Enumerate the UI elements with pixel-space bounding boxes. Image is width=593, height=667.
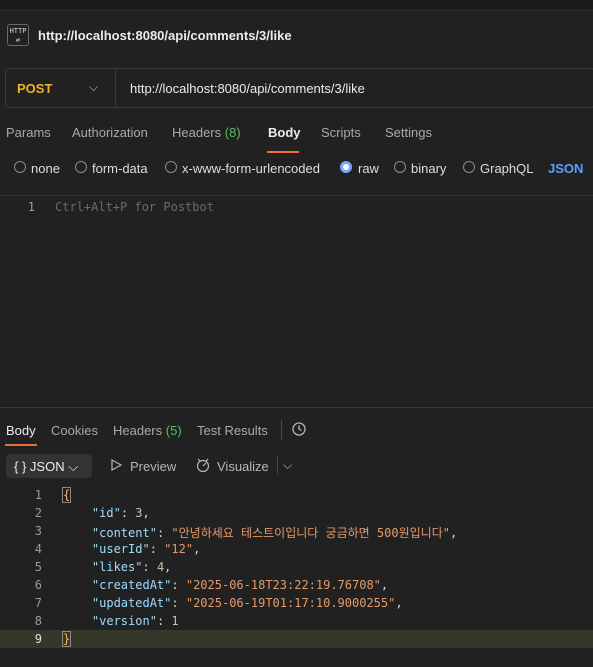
body-editor-placeholder[interactable]: Ctrl+Alt+P for Postbot xyxy=(55,200,214,214)
response-tab-test-results[interactable]: Test Results xyxy=(197,423,268,438)
line-number: 7 xyxy=(34,596,42,610)
radio-urlencoded[interactable] xyxy=(165,161,177,173)
code-line: 2 "id": 3, xyxy=(0,504,593,522)
json-value: 4 xyxy=(156,560,165,574)
radio-graphql-label[interactable]: GraphQL xyxy=(480,161,533,176)
response-headers-label: Headers xyxy=(113,423,163,438)
line-number: 4 xyxy=(34,542,42,556)
radio-raw-label[interactable]: raw xyxy=(358,161,379,176)
json-value: "2025-06-18T23:22:19.76708" xyxy=(185,578,381,592)
line-number: 1 xyxy=(34,488,42,502)
code-line: 6 "createdAt": "2025-06-18T23:22:19.7670… xyxy=(0,576,593,594)
code-line: 4 "userId": "12", xyxy=(0,540,593,558)
line-number: 5 xyxy=(34,560,42,574)
json-value: 1 xyxy=(171,614,179,628)
radio-graphql[interactable] xyxy=(463,161,475,173)
chevron-down-icon[interactable]: ⌵ xyxy=(89,80,98,95)
radio-none[interactable] xyxy=(14,161,26,173)
json-value: "2025-06-19T01:17:10.9000255" xyxy=(185,596,396,610)
json-key: "id" xyxy=(91,506,121,520)
line-number: 2 xyxy=(34,506,42,520)
json-key: "likes" xyxy=(91,560,143,574)
tab-headers[interactable]: Headers (8) xyxy=(172,125,241,140)
line-number: 6 xyxy=(34,578,42,592)
visualize-button[interactable]: Visualize xyxy=(217,459,269,474)
response-headers-count: (5) xyxy=(165,423,182,438)
url-divider xyxy=(115,69,116,107)
response-format-label[interactable]: { } JSON ⌵ xyxy=(14,459,78,475)
tab-params[interactable]: Params xyxy=(6,125,51,140)
chevron-down-icon: ⌵ xyxy=(68,459,79,474)
radio-binary-label[interactable]: binary xyxy=(411,161,446,176)
radio-binary[interactable] xyxy=(394,161,406,173)
history-icon[interactable] xyxy=(291,421,307,437)
line-number: 9 xyxy=(34,632,42,646)
response-format-text: JSON xyxy=(29,459,65,474)
tab-headers-label: Headers xyxy=(172,125,222,140)
toolbar-separator xyxy=(277,456,278,474)
tab-separator xyxy=(281,420,282,440)
json-value: 3 xyxy=(135,506,143,520)
url-input[interactable]: http://localhost:8080/api/comments/3/lik… xyxy=(130,81,365,96)
pane-divider[interactable] xyxy=(0,407,593,408)
window-top-strip xyxy=(0,0,593,11)
radio-form-data[interactable] xyxy=(75,161,87,173)
json-key: "content" xyxy=(91,526,157,540)
json-value: "12" xyxy=(164,542,194,556)
json-key: "createdAt" xyxy=(91,578,172,592)
radio-none-label[interactable]: none xyxy=(31,161,60,176)
response-active-tab-indicator xyxy=(5,444,37,446)
visualize-icon[interactable] xyxy=(195,457,211,473)
radio-urlencoded-label[interactable]: x-www-form-urlencoded xyxy=(182,161,320,176)
radio-form-data-label[interactable]: form-data xyxy=(92,161,148,176)
code-line: 1 { xyxy=(0,486,593,504)
tab-body[interactable]: Body xyxy=(268,125,301,140)
json-key: "userId" xyxy=(91,542,150,556)
json-key: "version" xyxy=(91,614,157,628)
line-number: 1 xyxy=(27,200,35,214)
active-tab-indicator xyxy=(267,151,299,153)
play-icon[interactable] xyxy=(110,459,122,471)
radio-raw[interactable] xyxy=(340,161,352,173)
tab-settings[interactable]: Settings xyxy=(385,125,432,140)
line-number: 3 xyxy=(34,524,42,538)
chevron-down-icon[interactable]: ⌵ xyxy=(283,458,292,473)
code-line: 8 "version": 1 xyxy=(0,612,593,630)
code-line: 5 "likes": 4, xyxy=(0,558,593,576)
http-icon: HTTP ⇄ xyxy=(7,24,29,46)
tab-scripts[interactable]: Scripts xyxy=(321,125,361,140)
response-tab-cookies[interactable]: Cookies xyxy=(51,423,98,438)
response-tab-body[interactable]: Body xyxy=(6,423,36,438)
code-line: 7 "updatedAt": "2025-06-19T01:17:10.9000… xyxy=(0,594,593,612)
json-value: "안녕하세요 테스트이입니다 궁금하면 500원입니다" xyxy=(171,526,450,540)
json-key: "updatedAt" xyxy=(91,596,172,610)
divider xyxy=(0,195,593,196)
open-brace: { xyxy=(61,487,72,503)
method-select[interactable]: POST xyxy=(17,81,52,96)
tab-authorization[interactable]: Authorization xyxy=(72,125,148,140)
line-number: 8 xyxy=(34,614,42,628)
body-format-select[interactable]: JSON xyxy=(548,161,583,176)
preview-button[interactable]: Preview xyxy=(130,459,176,474)
response-tab-headers[interactable]: Headers (5) xyxy=(113,423,182,438)
headers-count-badge: (8) xyxy=(224,125,241,140)
code-line-current[interactable]: 9 } xyxy=(0,630,593,648)
braces-icon: { } xyxy=(14,459,27,474)
request-title[interactable]: http://localhost:8080/api/comments/3/lik… xyxy=(38,28,292,43)
code-line: 3 "content": "안녕하세요 테스트이입니다 궁금하면 500원입니다… xyxy=(0,522,593,540)
close-brace: } xyxy=(61,631,72,647)
